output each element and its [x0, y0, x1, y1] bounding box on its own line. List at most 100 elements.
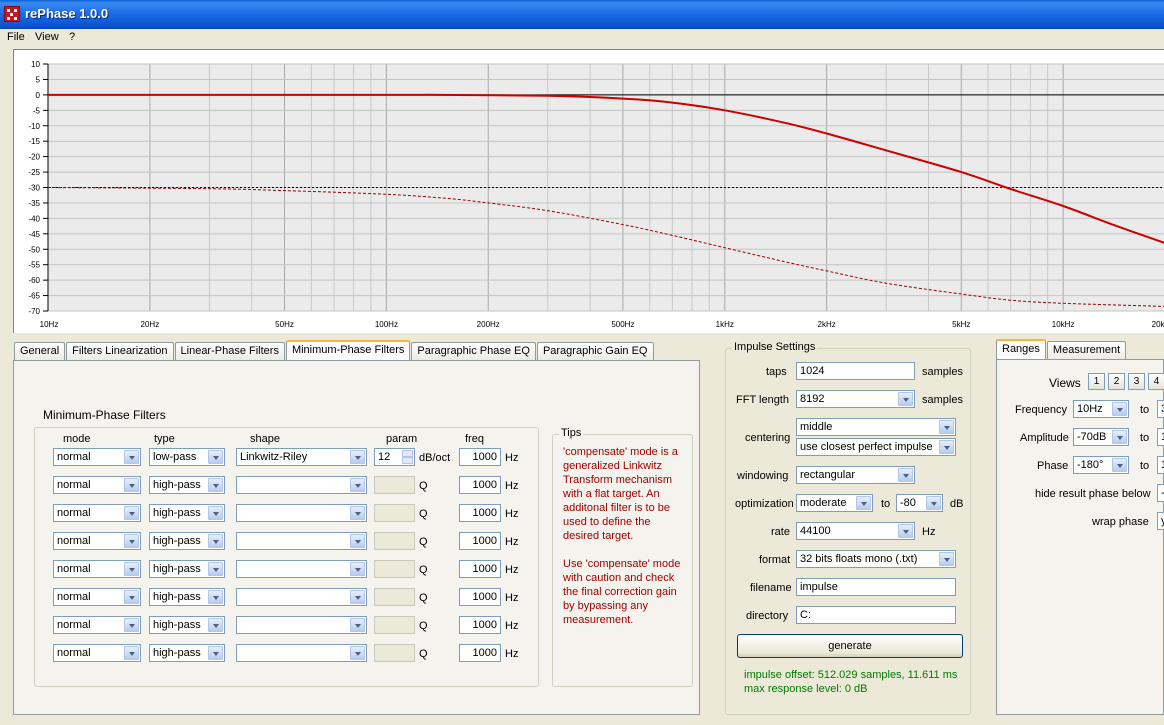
shape-select[interactable]	[236, 476, 367, 494]
mode-select[interactable]: normal	[53, 616, 141, 634]
mode-select[interactable]: normal	[53, 476, 141, 494]
phase-to-select[interactable]: 1	[1157, 456, 1164, 474]
mode-select[interactable]: normal	[53, 504, 141, 522]
type-select[interactable]: high-pass	[149, 588, 225, 606]
chevron-down-icon[interactable]	[1112, 430, 1127, 444]
mode-select[interactable]: normal	[53, 644, 141, 662]
chevron-down-icon[interactable]	[350, 450, 365, 464]
tab-linear-phase-filters[interactable]: Linear-Phase Filters	[174, 342, 285, 360]
tab-measurement[interactable]: Measurement	[1046, 341, 1127, 359]
chevron-down-icon[interactable]	[350, 478, 365, 492]
mode-select[interactable]: normal	[53, 448, 141, 466]
wrap-phase-input[interactable]: y	[1157, 512, 1164, 530]
generate-button[interactable]: generate	[737, 634, 963, 658]
chevron-down-icon[interactable]	[124, 478, 139, 492]
type-select[interactable]: high-pass	[149, 644, 225, 662]
chevron-down-icon[interactable]	[350, 506, 365, 520]
chevron-down-icon[interactable]	[350, 534, 365, 548]
phase-from-select[interactable]: -180°	[1073, 456, 1129, 474]
shape-select[interactable]	[236, 560, 367, 578]
chevron-down-icon[interactable]	[124, 618, 139, 632]
param-input[interactable]	[374, 560, 415, 578]
chevron-down-icon[interactable]	[208, 618, 223, 632]
chevron-down-icon[interactable]	[208, 562, 223, 576]
type-select[interactable]: high-pass	[149, 504, 225, 522]
freq-input[interactable]: 1000	[459, 616, 501, 634]
chevron-down-icon[interactable]	[124, 646, 139, 660]
chevron-down-icon[interactable]	[124, 506, 139, 520]
filename-input[interactable]: impulse	[796, 578, 956, 596]
freq-input[interactable]: 1000	[459, 560, 501, 578]
view-4-button[interactable]: 4	[1148, 373, 1164, 390]
freq-input[interactable]: 1000	[459, 644, 501, 662]
optimization-level-select[interactable]: -80	[896, 494, 943, 512]
chevron-down-icon[interactable]	[350, 562, 365, 576]
chevron-down-icon[interactable]	[1112, 402, 1127, 416]
chevron-down-icon[interactable]	[1112, 458, 1127, 472]
shape-select[interactable]	[236, 616, 367, 634]
shape-select[interactable]: Linkwitz-Riley	[236, 448, 367, 466]
mode-select[interactable]: normal	[53, 560, 141, 578]
rate-select[interactable]: 44100	[796, 522, 915, 540]
centering-select[interactable]: middle	[796, 418, 956, 436]
optimization-select[interactable]: moderate	[796, 494, 873, 512]
tab-filters-linearization[interactable]: Filters Linearization	[66, 342, 174, 360]
freq-input[interactable]: 1000	[459, 448, 501, 466]
chevron-down-icon[interactable]	[939, 552, 954, 566]
tab-paragraphic-phase-eq[interactable]: Paragraphic Phase EQ	[411, 342, 536, 360]
freq-input[interactable]: 1000	[459, 532, 501, 550]
shape-select[interactable]	[236, 532, 367, 550]
type-select[interactable]: high-pass	[149, 476, 225, 494]
param-input[interactable]	[374, 644, 415, 662]
chevron-down-icon[interactable]	[124, 590, 139, 604]
param-input[interactable]	[374, 476, 415, 494]
shape-select[interactable]	[236, 644, 367, 662]
chevron-down-icon[interactable]	[208, 478, 223, 492]
param-input[interactable]	[374, 588, 415, 606]
view-2-button[interactable]: 2	[1108, 373, 1125, 390]
param-input[interactable]	[374, 504, 415, 522]
chevron-down-icon[interactable]	[856, 496, 871, 510]
chevron-down-icon[interactable]	[124, 534, 139, 548]
frequency-response-chart[interactable]: 10 5 0 -5 -10 -15 -20 -25 -30 -35 -40 -45 -50 -55 -60 -…	[13, 49, 1164, 333]
freq-input[interactable]: 1000	[459, 504, 501, 522]
shape-select[interactable]	[236, 504, 367, 522]
type-select[interactable]: high-pass	[149, 560, 225, 578]
freq-input[interactable]: 1000	[459, 476, 501, 494]
chevron-down-icon[interactable]	[208, 534, 223, 548]
param-input[interactable]: 12	[374, 448, 415, 466]
taps-input[interactable]: 1024	[796, 362, 915, 380]
windowing-select[interactable]: rectangular	[796, 466, 915, 484]
chevron-down-icon[interactable]	[208, 450, 223, 464]
format-select[interactable]: 32 bits floats mono (.txt)	[796, 550, 956, 568]
chevron-down-icon[interactable]	[939, 420, 954, 434]
tab-general[interactable]: General	[14, 342, 66, 360]
tab-paragraphic-gain-eq[interactable]: Paragraphic Gain EQ	[536, 342, 654, 360]
chevron-down-icon[interactable]	[926, 496, 941, 510]
shape-select[interactable]	[236, 588, 367, 606]
chevron-down-icon[interactable]	[350, 590, 365, 604]
hide-phase-input[interactable]: -	[1157, 484, 1164, 502]
spinner-icon[interactable]	[402, 450, 413, 464]
menu-help[interactable]: ?	[69, 31, 75, 43]
freq-input[interactable]: 1000	[459, 588, 501, 606]
chevron-down-icon[interactable]	[350, 646, 365, 660]
centering-mode-select[interactable]: use closest perfect impulse	[796, 438, 956, 456]
tab-minimum-phase-filters[interactable]: Minimum-Phase Filters	[285, 340, 411, 360]
amplitude-to-select[interactable]: 1	[1157, 428, 1164, 446]
frequency-from-select[interactable]: 10Hz	[1073, 400, 1129, 418]
mode-select[interactable]: normal	[53, 532, 141, 550]
chevron-down-icon[interactable]	[350, 618, 365, 632]
param-input[interactable]	[374, 532, 415, 550]
type-select[interactable]: high-pass	[149, 616, 225, 634]
menu-file[interactable]: File	[7, 31, 25, 43]
chevron-down-icon[interactable]	[208, 506, 223, 520]
type-select[interactable]: high-pass	[149, 532, 225, 550]
chevron-down-icon[interactable]	[898, 524, 913, 538]
tab-ranges[interactable]: Ranges	[996, 339, 1046, 359]
chevron-down-icon[interactable]	[124, 562, 139, 576]
app-icon[interactable]	[4, 6, 20, 22]
chevron-down-icon[interactable]	[124, 450, 139, 464]
menu-view[interactable]: View	[35, 31, 59, 43]
view-3-button[interactable]: 3	[1128, 373, 1145, 390]
